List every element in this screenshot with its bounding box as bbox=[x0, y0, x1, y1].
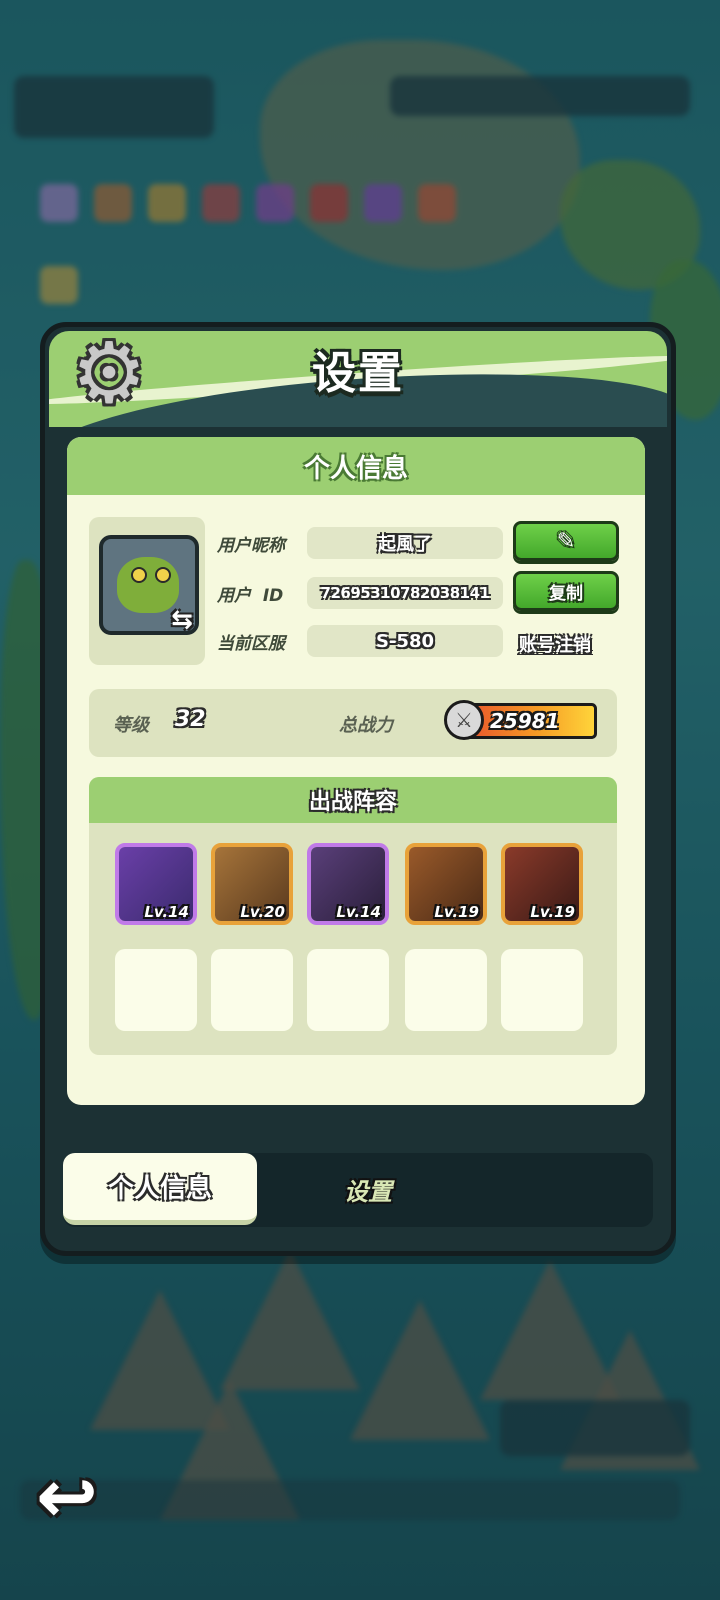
team-title: 出战阵容 bbox=[89, 777, 617, 823]
tab-settings[interactable]: 设置 bbox=[303, 1153, 433, 1225]
cancel-account-link[interactable]: 账号注销 bbox=[519, 631, 591, 657]
power-label: 总战力 bbox=[339, 715, 393, 736]
hero-level: Lv.20 bbox=[240, 903, 285, 921]
hero-slot-1[interactable]: Lv.14 bbox=[115, 843, 197, 925]
settings-panel: ⚙ 设置 个人信息 ⇆ 用户昵称 起風了 ✎ 用户 ID 72695310782… bbox=[40, 322, 676, 1256]
empty-slot[interactable] bbox=[211, 949, 293, 1031]
empty-slot[interactable] bbox=[501, 949, 583, 1031]
user-id-value: 7269531078203814​1 bbox=[307, 577, 503, 609]
edit-nickname-button[interactable]: ✎ bbox=[513, 521, 619, 561]
profile-section-title: 个人信息 bbox=[67, 437, 645, 495]
empty-slot[interactable] bbox=[405, 949, 487, 1031]
copy-id-button[interactable]: 复制 bbox=[513, 571, 619, 611]
crossed-swords-icon: ⚔ bbox=[444, 700, 484, 740]
panel-title: 设置 bbox=[312, 348, 404, 399]
level-label: 等级 bbox=[113, 715, 149, 736]
profile-card: 个人信息 ⇆ 用户昵称 起風了 ✎ 用户 ID 7269531078203814… bbox=[67, 437, 645, 1105]
nickname-value: 起風了 bbox=[307, 527, 503, 559]
hero-level: Lv.14 bbox=[144, 903, 189, 921]
hero-slot-5[interactable]: Lv.19 bbox=[501, 843, 583, 925]
power-value: 25981 bbox=[490, 709, 560, 733]
tab-bar: 个人信息 设置 bbox=[63, 1153, 653, 1227]
stats-bar: 等级 32 总战力 ⚔ 25981 bbox=[89, 689, 617, 757]
hero-level: Lv.14 bbox=[336, 903, 381, 921]
pencil-icon: ✎ bbox=[556, 528, 576, 554]
avatar[interactable]: ⇆ bbox=[99, 535, 199, 635]
back-arrow-icon[interactable]: ↩ bbox=[36, 1460, 126, 1534]
panel-header: ⚙ 设置 bbox=[49, 331, 667, 427]
empty-slot[interactable] bbox=[307, 949, 389, 1031]
nickname-label: 用户昵称 bbox=[217, 536, 285, 556]
server-value: S-580 bbox=[307, 625, 503, 657]
user-id-label: 用户 ID bbox=[217, 586, 284, 606]
empty-slot[interactable] bbox=[115, 949, 197, 1031]
hero-slot-4[interactable]: Lv.19 bbox=[405, 843, 487, 925]
hero-slot-2[interactable]: Lv.20 bbox=[211, 843, 293, 925]
swap-icon[interactable]: ⇆ bbox=[167, 605, 195, 631]
hero-slot-3[interactable]: Lv.14 bbox=[307, 843, 389, 925]
level-value: 32 bbox=[175, 707, 206, 732]
team-lineup: 出战阵容 Lv.14 Lv.20 Lv.14 Lv.19 Lv.19 bbox=[89, 777, 617, 1055]
avatar-box: ⇆ bbox=[89, 517, 205, 665]
server-label: 当前区服 bbox=[217, 634, 285, 654]
hero-level: Lv.19 bbox=[434, 903, 479, 921]
tab-profile[interactable]: 个人信息 bbox=[63, 1153, 257, 1225]
hero-level: Lv.19 bbox=[530, 903, 575, 921]
power-badge: ⚔ 25981 bbox=[444, 700, 597, 740]
avatar-eye bbox=[131, 567, 147, 583]
avatar-eye bbox=[155, 567, 171, 583]
